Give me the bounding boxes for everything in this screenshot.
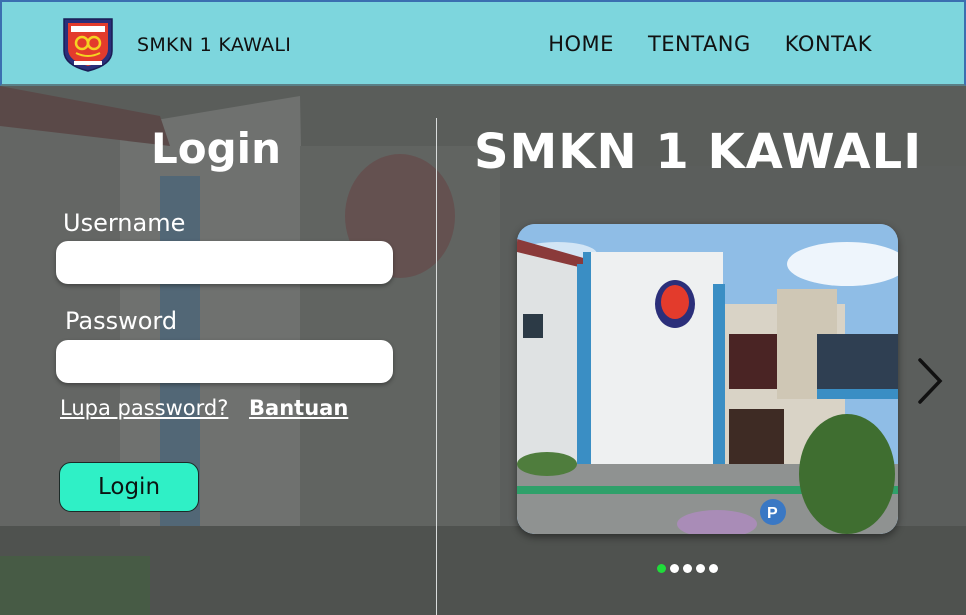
login-button[interactable]: Login <box>59 462 199 512</box>
svg-text:P: P <box>767 505 778 522</box>
login-title: Login <box>151 124 281 173</box>
carousel-indicators <box>657 564 718 573</box>
carousel-dot-4[interactable] <box>696 564 705 573</box>
username-input[interactable] <box>56 241 393 284</box>
nav-kontak[interactable]: KONTAK <box>785 32 872 56</box>
carousel-dot-2[interactable] <box>670 564 679 573</box>
help-link[interactable]: Bantuan <box>249 396 348 420</box>
nav-home[interactable]: HOME <box>548 32 614 56</box>
school-logo-icon <box>63 18 113 72</box>
carousel-dot-3[interactable] <box>683 564 692 573</box>
forgot-password-link[interactable]: Lupa password? <box>60 396 228 420</box>
help-links: Lupa password? Bantuan <box>60 396 362 420</box>
password-label: Password <box>65 307 178 335</box>
header-bar: SMKN 1 KAWALI HOME TENTANG KONTAK <box>0 0 966 86</box>
password-input[interactable] <box>56 340 393 383</box>
carousel-dot-5[interactable] <box>709 564 718 573</box>
school-name: SMKN 1 KAWALI <box>137 34 292 56</box>
main-nav: HOME TENTANG KONTAK <box>548 32 872 56</box>
vertical-divider <box>436 118 437 615</box>
carousel-dot-1[interactable] <box>657 564 666 573</box>
chevron-right-icon[interactable] <box>912 356 946 406</box>
username-label: Username <box>63 209 186 237</box>
hero-title: SMKN 1 KAWALI <box>473 124 923 180</box>
carousel-slide-image: P <box>517 224 898 534</box>
school-building-photo: P <box>517 224 898 534</box>
nav-tentang[interactable]: TENTANG <box>648 32 751 56</box>
